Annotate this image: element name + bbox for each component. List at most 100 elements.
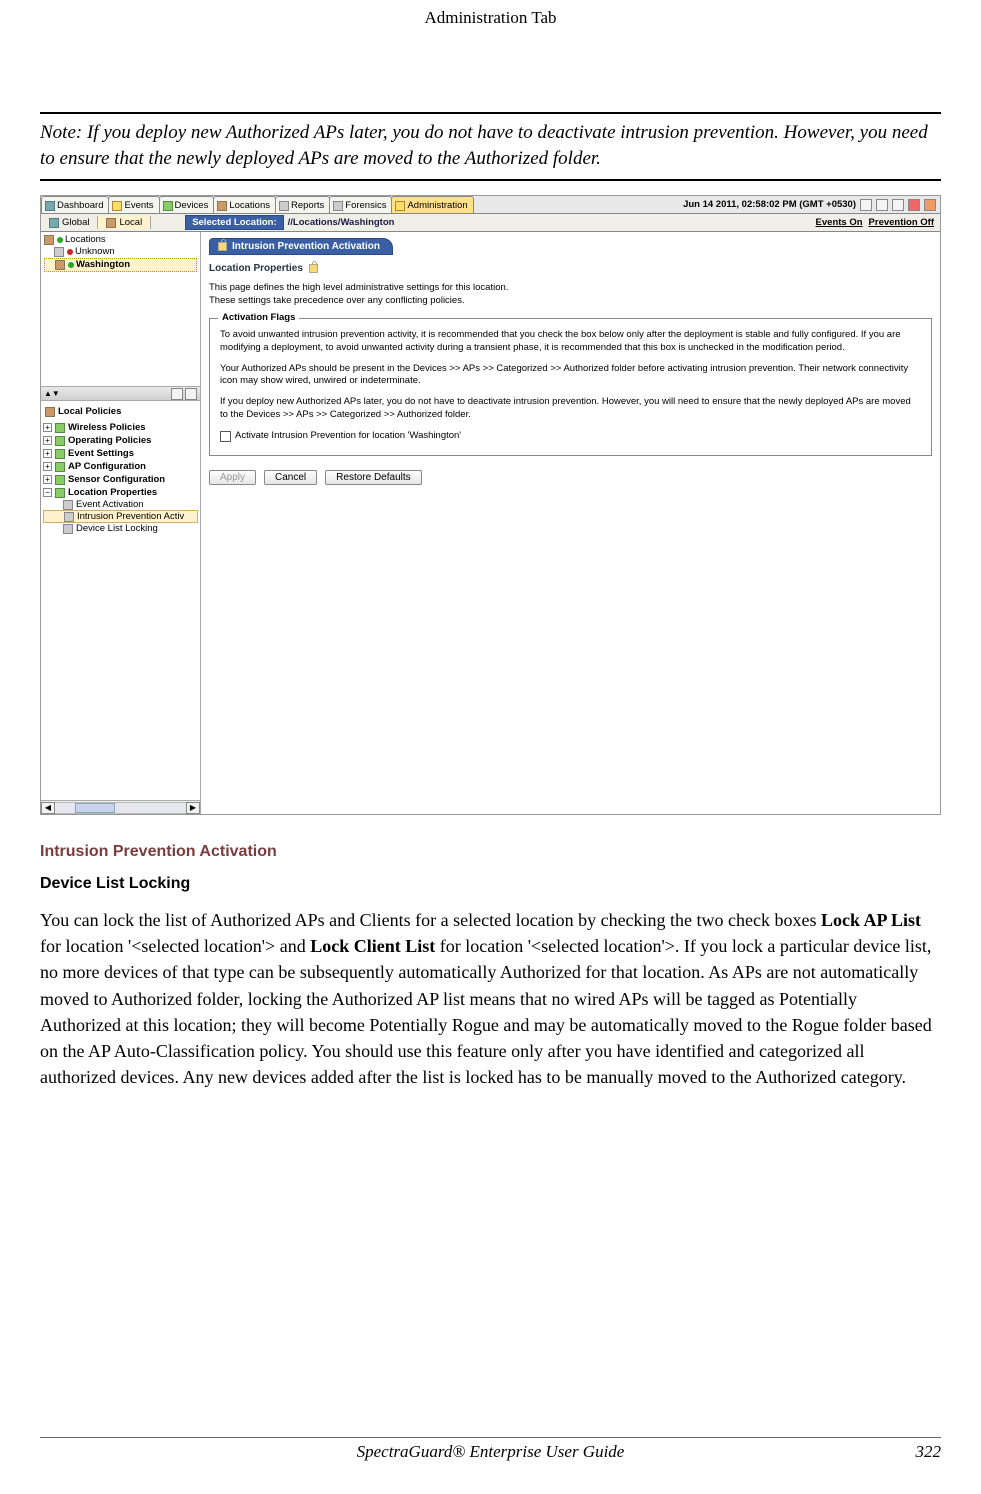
expand-icon[interactable]	[185, 388, 197, 400]
tab-administration[interactable]: Administration	[391, 196, 473, 213]
policy-label: AP Configuration	[68, 461, 146, 472]
page-icon	[63, 500, 73, 510]
split-label: ▲▼	[44, 389, 60, 398]
fieldset-p2: Your Authorized APs should be present in…	[220, 363, 921, 389]
policy-icon	[55, 475, 65, 485]
datetime-label: Jun 14 2011, 02:58:02 PM (GMT +0530)	[683, 199, 856, 210]
stop-icon[interactable]	[908, 199, 920, 211]
subtab-global[interactable]: Global	[41, 216, 98, 229]
tab-label: Devices	[175, 200, 209, 211]
policy-label: Operating Policies	[68, 435, 151, 446]
locations-tree: Locations Unknown Washington	[41, 232, 200, 387]
forensics-icon	[333, 201, 343, 211]
globe-icon	[49, 218, 59, 228]
body-bold: Lock AP List	[821, 910, 921, 930]
section-title: Location Properties	[209, 263, 932, 274]
settings-icon[interactable]	[892, 199, 904, 211]
folder-icon	[54, 247, 64, 257]
policy-label: Sensor Configuration	[68, 474, 165, 485]
lp-event-activation[interactable]: Event Activation	[41, 499, 200, 510]
tree-label: Washington	[76, 259, 130, 270]
policy-sensor[interactable]: +Sensor Configuration	[41, 473, 200, 486]
lp-intrusion-prevention[interactable]: Intrusion Prevention Activ	[43, 510, 198, 523]
policy-event[interactable]: +Event Settings	[41, 447, 200, 460]
policy-operating[interactable]: +Operating Policies	[41, 434, 200, 447]
restore-defaults-button[interactable]: Restore Defaults	[325, 470, 421, 485]
tab-forensics[interactable]: Forensics	[329, 196, 392, 213]
lp-device-list-locking[interactable]: Device List Locking	[41, 523, 200, 534]
policy-wireless[interactable]: +Wireless Policies	[41, 421, 200, 434]
reports-icon	[279, 201, 289, 211]
tab-label: Locations	[229, 200, 270, 211]
tree-unknown[interactable]: Unknown	[44, 246, 197, 258]
folder-icon	[106, 218, 116, 228]
tab-label: Events	[124, 200, 153, 211]
body-paragraph: You can lock the list of Authorized APs …	[40, 907, 941, 1090]
help-icon[interactable]	[860, 199, 872, 211]
administration-icon	[395, 201, 405, 211]
body-text: for location '<selected location'> and	[40, 936, 310, 956]
lp-sub-label: Intrusion Prevention Activ	[77, 511, 184, 522]
scroll-right-icon[interactable]: ▶	[186, 802, 200, 814]
events-status-link[interactable]: Events On	[816, 217, 863, 228]
refresh-icon[interactable]	[876, 199, 888, 211]
scroll-track[interactable]	[55, 802, 186, 814]
activation-flags-fieldset: Activation Flags To avoid unwanted intru…	[209, 318, 932, 456]
left-scrollbar[interactable]: ◀ ▶	[41, 800, 200, 814]
button-row: Apply Cancel Restore Defaults	[209, 470, 932, 485]
footer-title: SpectraGuard® Enterprise User Guide	[340, 1442, 640, 1462]
subtab-label: Local	[119, 217, 142, 228]
header-right: Jun 14 2011, 02:58:02 PM (GMT +0530)	[683, 196, 940, 213]
main-panel: Intrusion Prevention Activation Location…	[201, 232, 940, 814]
policy-ap[interactable]: +AP Configuration	[41, 460, 200, 473]
lock-icon	[309, 264, 318, 273]
policy-location-properties[interactable]: −Location Properties	[41, 486, 200, 499]
status-dot-icon	[68, 262, 74, 268]
split-bar[interactable]: ▲▼	[41, 387, 200, 401]
section-desc: This page defines the high level adminis…	[209, 282, 932, 308]
policy-icon	[55, 462, 65, 472]
apply-button[interactable]: Apply	[209, 470, 256, 485]
note-block: Note: If you deploy new Authorized APs l…	[40, 112, 941, 181]
tree-root[interactable]: Locations	[44, 234, 197, 246]
tree-washington[interactable]: Washington	[44, 258, 197, 272]
body-bold: Lock Client List	[310, 936, 435, 956]
figure-caption: Intrusion Prevention Activation	[40, 843, 941, 861]
scroll-left-icon[interactable]: ◀	[41, 802, 55, 814]
page-footer: SpectraGuard® Enterprise User Guide 322	[40, 1437, 941, 1462]
checkbox-icon[interactable]	[220, 431, 231, 442]
cancel-button[interactable]: Cancel	[264, 470, 317, 485]
subtab-label: Global	[62, 217, 89, 228]
body-text: for location '<selected location'>. If y…	[40, 936, 932, 1086]
location-bar: Global Local Selected Location: //Locati…	[41, 214, 940, 232]
devices-icon	[163, 201, 173, 211]
main-crumb-tab: Intrusion Prevention Activation	[209, 238, 393, 255]
tab-locations[interactable]: Locations	[213, 196, 276, 213]
selected-location-label: Selected Location:	[185, 215, 283, 230]
tab-label: Reports	[291, 200, 324, 211]
app-screenshot: Dashboard Events Devices Locations Repor…	[40, 195, 941, 815]
tab-devices[interactable]: Devices	[159, 196, 215, 213]
page-number: 322	[915, 1442, 941, 1461]
locations-icon	[217, 201, 227, 211]
subtab-local[interactable]: Local	[98, 216, 151, 229]
policy-label: Wireless Policies	[68, 422, 146, 433]
logout-icon[interactable]	[924, 199, 936, 211]
desc-line: This page defines the high level adminis…	[209, 282, 932, 295]
fieldset-p1: To avoid unwanted intrusion prevention a…	[220, 329, 921, 355]
events-icon	[112, 201, 122, 211]
prevention-status-link[interactable]: Prevention Off	[869, 217, 934, 228]
subheading: Device List Locking	[40, 875, 941, 893]
policy-icon	[55, 449, 65, 459]
policy-icon	[55, 488, 65, 498]
tab-reports[interactable]: Reports	[275, 196, 330, 213]
tab-events[interactable]: Events	[108, 196, 159, 213]
page-icon	[64, 512, 74, 522]
tab-label: Forensics	[345, 200, 386, 211]
lp-sub-label: Device List Locking	[76, 523, 158, 534]
collapse-icon[interactable]	[171, 388, 183, 400]
scroll-thumb[interactable]	[75, 803, 115, 813]
fieldset-p3: If you deploy new Authorized APs later, …	[220, 396, 921, 422]
tab-dashboard[interactable]: Dashboard	[41, 196, 109, 213]
activate-checkbox-row[interactable]: Activate Intrusion Prevention for locati…	[220, 430, 921, 443]
